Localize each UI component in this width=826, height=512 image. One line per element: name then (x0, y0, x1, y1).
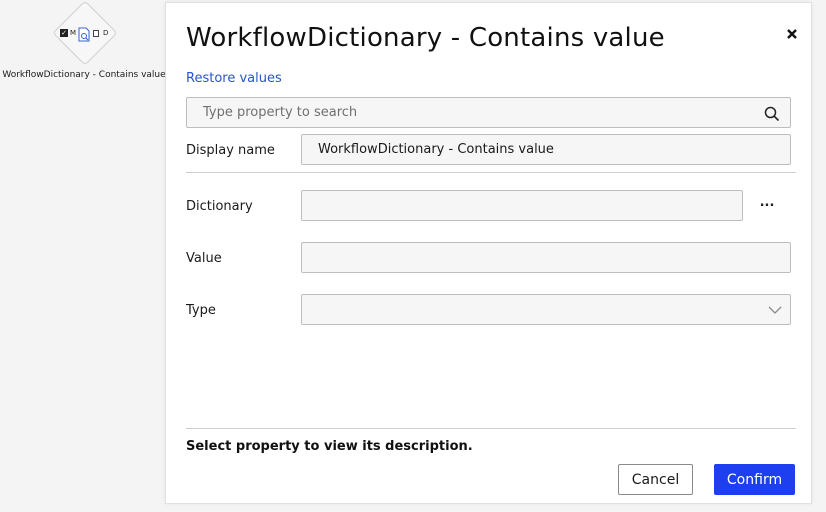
dictionary-field-wrapper (301, 190, 743, 221)
dictionary-more-button[interactable]: ... (756, 196, 778, 215)
search-icon[interactable] (764, 106, 780, 122)
confirm-button[interactable]: Confirm (714, 464, 795, 495)
dictionary-input[interactable] (302, 191, 742, 220)
chevron-down-icon (768, 306, 782, 314)
node-label-m: M (70, 29, 77, 37)
type-select[interactable] (301, 294, 791, 325)
workflow-node-content: ✓ M D (55, 26, 117, 46)
node-checkbox (93, 30, 99, 37)
close-icon (787, 29, 797, 39)
property-search (186, 97, 791, 128)
search-input[interactable] (187, 98, 790, 127)
display-name-field-wrapper (301, 134, 791, 165)
display-name-input[interactable] (302, 135, 790, 164)
restore-values-link[interactable]: Restore values (186, 71, 282, 86)
document-search-icon (78, 27, 90, 42)
value-field-wrapper (301, 242, 791, 273)
property-description: Select property to view its description. (186, 439, 473, 454)
display-name-label: Display name (186, 143, 275, 158)
workflow-canvas: ✓ M D WorkflowDictionary - Contains valu… (0, 0, 166, 512)
cancel-button[interactable]: Cancel (618, 464, 693, 495)
type-label: Type (186, 303, 216, 318)
value-input[interactable] (302, 243, 790, 272)
properties-dialog: WorkflowDictionary - Contains value Rest… (165, 2, 812, 504)
close-button[interactable] (783, 25, 801, 43)
node-label-d: D (103, 29, 109, 37)
divider (186, 172, 796, 173)
description-divider (186, 428, 796, 429)
dialog-title: WorkflowDictionary - Contains value (186, 23, 665, 53)
value-label: Value (186, 251, 222, 266)
node-caption: WorkflowDictionary - Contains value (2, 70, 166, 80)
checkbox-icon: ✓ (60, 29, 68, 37)
dictionary-label: Dictionary (186, 199, 253, 214)
